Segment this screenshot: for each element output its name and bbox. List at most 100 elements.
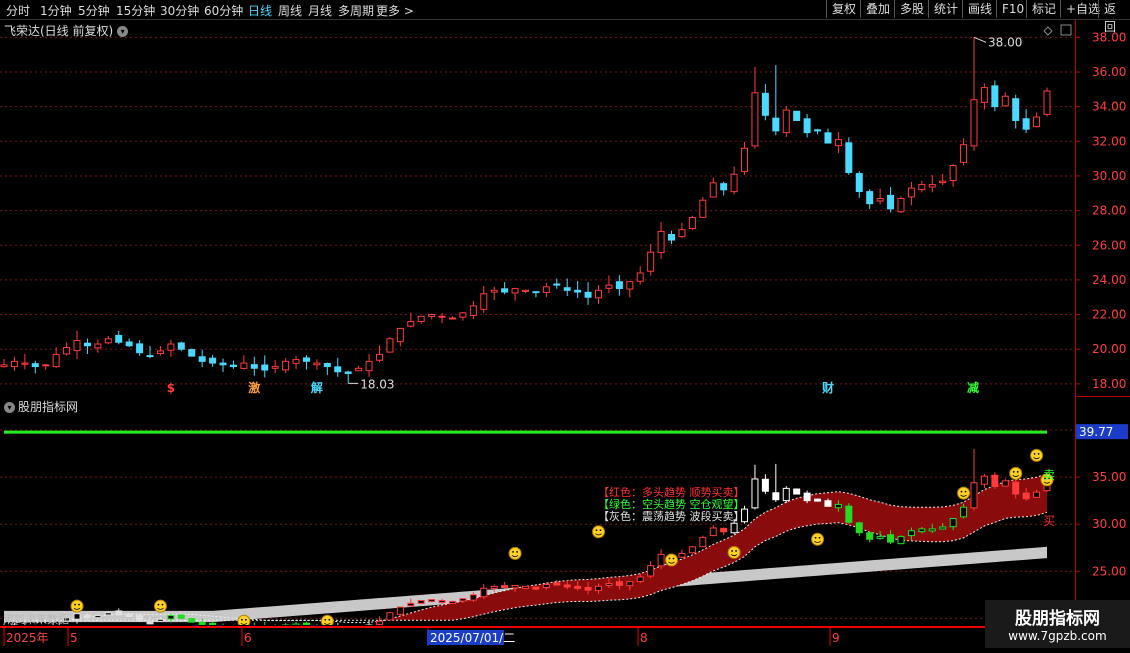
tool-button-6[interactable]: 标记 [1026, 0, 1061, 18]
candle-body [156, 350, 164, 354]
chevron-down-icon[interactable]: ▾ [4, 402, 15, 413]
tool-button-0[interactable]: 复权 [826, 0, 861, 18]
candle-body [21, 362, 29, 365]
indicator-candle-body [511, 584, 519, 589]
chevron-down-icon[interactable]: ▾ [117, 26, 129, 37]
indicator-candle-body [532, 586, 540, 590]
candle-body [584, 291, 592, 298]
tool-button-1[interactable]: 叠加 [860, 0, 895, 18]
candle-body [209, 357, 217, 364]
indicator-candle-body [104, 612, 112, 616]
period-tab-8[interactable]: 月线 [308, 2, 332, 19]
window-toggle-icon [1060, 24, 1072, 36]
indicator-candle-body [688, 546, 696, 554]
candle-body [136, 343, 144, 354]
indicator-candle-body [793, 488, 801, 495]
tool-button-8[interactable]: 返回 [1098, 0, 1130, 34]
candle-body [1033, 116, 1041, 128]
candle-body [678, 229, 686, 238]
indicator-candle-body [991, 474, 999, 488]
candle-body [198, 356, 206, 362]
indicator-candle-body [448, 600, 456, 604]
candle-body [709, 182, 717, 198]
smiley-eye [328, 618, 331, 621]
smiley-face-icon [727, 545, 741, 559]
legend-item-2: 【灰色：震荡趋势 波段买卖】 [598, 509, 745, 523]
candle-body [532, 291, 540, 294]
candle-body [104, 338, 112, 344]
candle-body [1001, 95, 1009, 107]
period-tab-10[interactable]: 更多 > [376, 2, 414, 19]
time-label-1: 5 [70, 631, 78, 645]
indicator-candle-body [156, 618, 164, 622]
indicator-candle-body [417, 600, 425, 604]
smiley-eye [814, 536, 817, 539]
tool-button-3[interactable]: 统计 [928, 0, 963, 18]
smiley-eye [735, 550, 737, 552]
candlestick-chart[interactable]: 38.00 18.03 $ 激 解 财 减 [0, 20, 1075, 396]
current-value-label: 39.77 [1079, 425, 1113, 439]
candle-body [542, 286, 550, 293]
price-chart-panel[interactable]: 38.00 18.03 $ 激 解 财 减 飞荣达(日线 前复权) ▾ [0, 20, 1075, 396]
indicator-candle-body [845, 505, 853, 523]
candle-body [177, 342, 185, 350]
indicator-candle-body [542, 583, 550, 589]
period-tab-3[interactable]: 15分钟 [116, 2, 155, 19]
indicator-candle-body [375, 620, 383, 625]
candle-body [1022, 118, 1030, 130]
indicator-candle-body [834, 503, 842, 509]
smiley-eye [595, 529, 598, 532]
indicator-candle-body [803, 492, 811, 502]
smiley-face-icon [957, 486, 971, 500]
smiley-face-icon [153, 599, 167, 613]
period-tab-2[interactable]: 5分钟 [78, 2, 110, 19]
indicator-candle-body [636, 576, 644, 582]
price-axis: 38.00 36.00 34.00 32.00 30.00 28.00 26.00 24.00… [1075, 20, 1130, 625]
candle-body [595, 289, 603, 299]
indicator-title-text: 股朋指标网 [18, 400, 79, 414]
candle-body [219, 362, 227, 366]
watermark-name: 股朋指标网 [1015, 609, 1100, 629]
smiley-eye [161, 603, 164, 606]
candle-body [793, 110, 801, 121]
candle-body [302, 357, 310, 362]
smiley-eye [74, 603, 76, 606]
tool-button-5[interactable]: F10 [996, 0, 1029, 18]
smiley-eye [244, 618, 247, 621]
period-tab-5[interactable]: 60分钟 [204, 2, 243, 19]
candle-body [469, 305, 477, 317]
buy-signal: 买 [1043, 514, 1055, 528]
smiley-eye [512, 550, 514, 553]
indicator-candle-body [209, 622, 217, 627]
tool-button-4[interactable]: 画线 [962, 0, 997, 18]
candle-body [751, 92, 759, 147]
indicator-chart[interactable]: 【红色：多头趋势 顺势买卖】【绿色：空头趋势 空仓观望】【灰色：震荡趋势 波段买… [0, 397, 1075, 637]
indicator-candle-body [595, 585, 603, 591]
smiley-eye [240, 618, 243, 621]
candle-body [375, 353, 383, 361]
indicator-candle-body [855, 522, 863, 534]
period-tab-4[interactable]: 30分钟 [160, 2, 199, 19]
period-tab-9[interactable]: 多周期 [338, 2, 374, 19]
candle-body [229, 364, 237, 368]
period-tab-7[interactable]: 周线 [278, 2, 302, 19]
axis-tick-label: 36.00 [1092, 65, 1126, 79]
candle-body [396, 327, 404, 343]
candle-body [344, 371, 352, 374]
candle-body [553, 283, 561, 286]
indicator-candle-body [136, 614, 144, 621]
indicator-candle-body [709, 527, 717, 537]
indicator-candle-body [751, 478, 759, 509]
candle-body [741, 147, 749, 172]
period-tab-0[interactable]: 分时 [6, 2, 30, 19]
indicator-panel[interactable]: 【红色：多头趋势 顺势买卖】 【绿色：空头趋势 空仓观望】 【灰色：震荡趋势 波段买… [0, 397, 1075, 637]
smiley-face-icon [237, 614, 251, 628]
period-tab-6[interactable]: 日线 [248, 2, 272, 19]
tool-button-2[interactable]: 多股 [894, 0, 929, 18]
indicator-candle-body [928, 528, 936, 532]
period-tab-1[interactable]: 1分钟 [40, 2, 72, 19]
candle-body [803, 118, 811, 134]
axis-tick-label: 28.00 [1092, 204, 1126, 218]
low-price-label: 18.03 [360, 377, 394, 391]
candle-body [949, 165, 957, 182]
